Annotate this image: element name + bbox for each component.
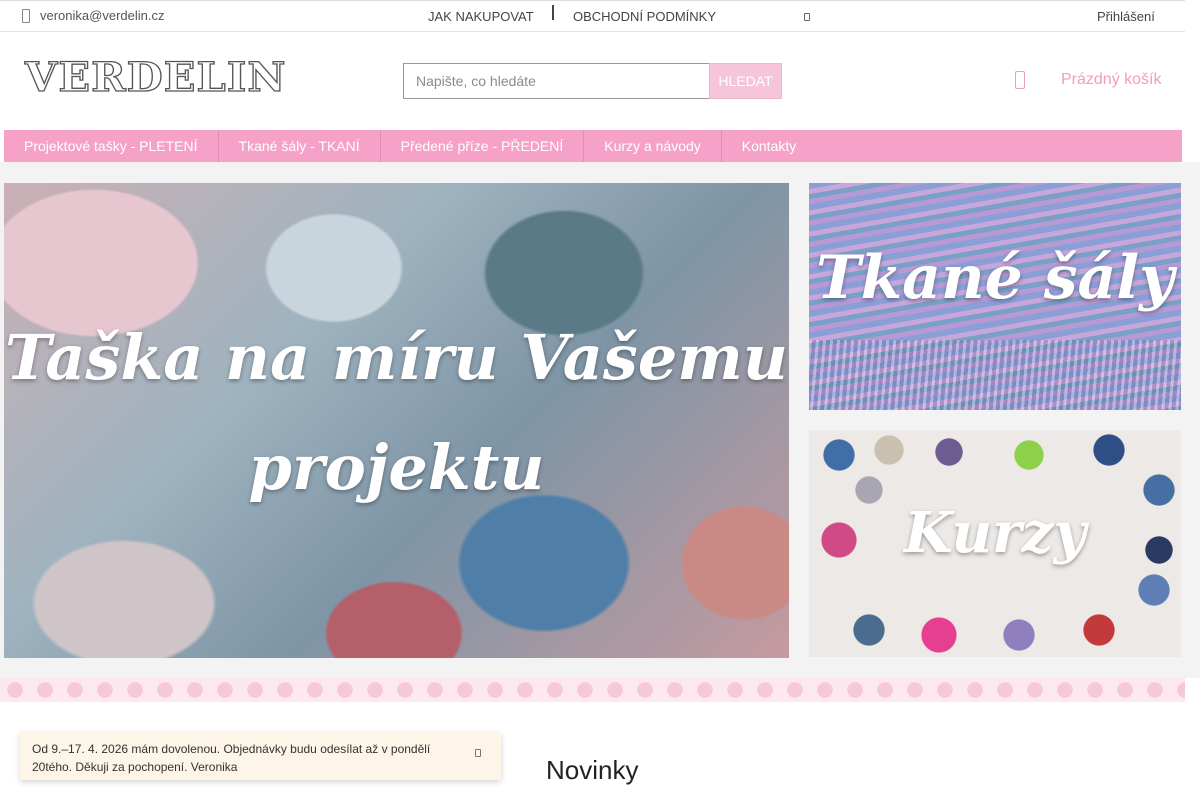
banner-main-line1: Taška na míru Vašemu (5, 321, 788, 394)
banner-scarves[interactable]: Tkané šály (809, 183, 1181, 410)
small-icon[interactable] (804, 13, 810, 21)
main-nav: Projektové tašky - PLETENÍ Tkané šály - … (4, 130, 1182, 162)
email-text: veronika@verdelin.cz (40, 8, 165, 23)
banner-main[interactable]: Taška na míru Vašemu projektu (4, 183, 789, 658)
nav-item-yarns[interactable]: Předené příze - PŘEDENÍ (381, 130, 585, 162)
banner-main-line2: projektu (248, 431, 545, 504)
cart-icon[interactable] (1015, 71, 1025, 89)
top-bar: veronika@verdelin.cz JAK NAKUPOVAT OBCHO… (0, 0, 1185, 32)
email-link[interactable]: veronika@verdelin.cz (22, 8, 164, 23)
banner-scarves-title: Tkané šály (815, 243, 1175, 313)
nav-item-contacts[interactable]: Kontakty (722, 130, 816, 162)
section-title: Novinky (546, 755, 639, 785)
notice-text: Od 9.–17. 4. 2026 mám dovolenou. Objedná… (32, 742, 431, 774)
login-link[interactable]: Přihlášení (1097, 9, 1155, 24)
search-bar: HLEDAT (403, 63, 782, 99)
vacation-notice: Od 9.–17. 4. 2026 mám dovolenou. Objedná… (20, 732, 501, 780)
banner-scarves-fringe (809, 340, 1181, 410)
envelope-icon (22, 8, 30, 23)
search-input[interactable] (403, 63, 709, 99)
divider (552, 5, 554, 20)
logo[interactable]: VERDELIN (24, 53, 286, 101)
close-icon[interactable] (475, 749, 481, 757)
search-button[interactable]: HLEDAT (709, 63, 782, 99)
nav-item-bags[interactable]: Projektové tašky - PLETENÍ (4, 130, 219, 162)
how-to-buy-link[interactable]: JAK NAKUPOVAT (428, 9, 534, 24)
nav-item-scarves[interactable]: Tkané šály - TKANÍ (219, 130, 381, 162)
cart-link[interactable]: Prázdný košík (1061, 71, 1161, 89)
nav-item-courses[interactable]: Kurzy a návody (584, 130, 722, 162)
terms-link[interactable]: OBCHODNÍ PODMÍNKY (573, 9, 716, 24)
banner-main-title: Taška na míru Vašemu projektu (4, 303, 789, 523)
banner-courses-title: Kurzy (904, 500, 1086, 566)
banner-courses[interactable]: Kurzy (809, 430, 1181, 657)
pattern-row (0, 678, 1185, 702)
